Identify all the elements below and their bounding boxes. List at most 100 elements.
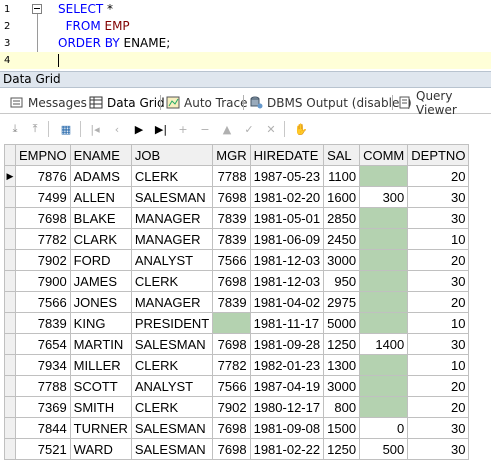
cell-comm[interactable]: 0 (359, 417, 409, 439)
table-row[interactable]: 7900 JAMES CLERK 7698 1981-12-03 950 30 (4, 270, 470, 292)
table-row[interactable]: 7782 CLARK MANAGER 7839 1981-06-09 2450 10 (4, 228, 470, 250)
cell-deptno[interactable]: 20 (407, 249, 470, 271)
sql-editor[interactable]: 1 SELECT * 2 FROM EMP 3 ORDER BY ENAME; 4 (0, 0, 491, 69)
cell-comm[interactable] (359, 375, 409, 397)
cell-ename[interactable]: FORD (69, 249, 132, 271)
cell-sal[interactable]: 1250 (323, 333, 361, 355)
cell-comm[interactable]: 300 (359, 186, 409, 208)
cell-empno[interactable]: 7566 (15, 291, 71, 313)
table-row[interactable]: 7521 WARD SALESMAN 7698 1981-02-22 1250 500 30 (4, 438, 470, 460)
cell-comm[interactable] (359, 228, 409, 250)
cell-ename[interactable]: MILLER (69, 354, 132, 376)
cancel-edit-button[interactable]: ✕ (262, 120, 280, 138)
cell-mgr[interactable]: 7788 (212, 165, 251, 187)
cell-deptno[interactable]: 20 (407, 165, 470, 187)
cell-empno[interactable]: 7934 (15, 354, 71, 376)
cell-sal[interactable]: 3000 (323, 375, 361, 397)
cell-hiredate[interactable]: 1981-09-28 (249, 333, 325, 355)
cell-ename[interactable]: CLARK (69, 228, 132, 250)
cell-sal[interactable]: 1300 (323, 354, 361, 376)
delete-record-button[interactable]: − (196, 120, 214, 138)
cell-empno[interactable]: 7788 (15, 375, 71, 397)
column-header-mgr[interactable]: MGR (212, 144, 251, 166)
row-indicator[interactable] (4, 438, 16, 460)
cell-ename[interactable]: JONES (69, 291, 132, 313)
column-header-comm[interactable]: COMM (359, 144, 409, 166)
cell-mgr[interactable]: 7698 (212, 417, 251, 439)
table-row[interactable]: 7788 SCOTT ANALYST 7566 1987-04-19 3000 20 (4, 375, 470, 397)
tab-query-viewer[interactable]: Query Viewer (398, 89, 491, 117)
column-header-ename[interactable]: ENAME (69, 144, 132, 166)
cell-hiredate[interactable]: 1981-12-03 (249, 249, 325, 271)
cell-job[interactable]: ANALYST (130, 249, 214, 271)
cell-job[interactable]: MANAGER (130, 207, 214, 229)
cell-ename[interactable]: ALLEN (69, 186, 132, 208)
table-row[interactable]: 7654 MARTIN SALESMAN 7698 1981-09-28 1250 1400… (4, 333, 470, 355)
cell-ename[interactable]: KING (69, 312, 132, 334)
cell-deptno[interactable]: 20 (407, 291, 470, 313)
row-indicator[interactable] (4, 312, 16, 334)
cell-mgr[interactable] (212, 312, 251, 334)
cell-hiredate[interactable]: 1981-06-09 (249, 228, 325, 250)
cell-job[interactable]: PRESIDENT (130, 312, 214, 334)
cell-job[interactable]: CLERK (130, 165, 214, 187)
column-header-deptno[interactable]: DEPTNO (407, 144, 470, 166)
cell-deptno[interactable]: 10 (407, 312, 470, 334)
cell-empno[interactable]: 7521 (15, 438, 71, 460)
cell-hiredate[interactable]: 1981-05-01 (249, 207, 325, 229)
cell-sal[interactable]: 950 (323, 270, 361, 292)
cell-mgr[interactable]: 7698 (212, 438, 251, 460)
cell-mgr[interactable]: 7839 (212, 228, 251, 250)
cell-mgr[interactable]: 7566 (212, 249, 251, 271)
cell-hiredate[interactable]: 1982-01-23 (249, 354, 325, 376)
fold-toggle-icon[interactable] (32, 4, 42, 14)
cell-sal[interactable]: 2450 (323, 228, 361, 250)
row-indicator[interactable] (4, 270, 16, 292)
row-indicator[interactable] (4, 228, 16, 250)
row-indicator[interactable] (4, 291, 16, 313)
cell-sal[interactable]: 1500 (323, 417, 361, 439)
data-grid-options-button[interactable]: ▦ (57, 120, 75, 138)
table-row[interactable]: 7499 ALLEN SALESMAN 7698 1981-02-20 1600 300 30 (4, 186, 470, 208)
column-header-sal[interactable]: SAL (323, 144, 361, 166)
next-record-button[interactable]: ▶ (130, 120, 148, 138)
cell-ename[interactable]: MARTIN (69, 333, 132, 355)
cell-comm[interactable] (359, 165, 409, 187)
cell-sal[interactable]: 1250 (323, 438, 361, 460)
cell-job[interactable]: CLERK (130, 396, 214, 418)
prior-record-button[interactable]: ‹ (108, 120, 126, 138)
cell-deptno[interactable]: 30 (407, 186, 470, 208)
column-header-hiredate[interactable]: HIREDATE (249, 144, 325, 166)
cell-deptno[interactable]: 30 (407, 270, 470, 292)
cell-empno[interactable]: 7844 (15, 417, 71, 439)
cell-deptno[interactable]: 10 (407, 228, 470, 250)
row-indicator[interactable] (4, 417, 16, 439)
cell-mgr[interactable]: 7698 (212, 186, 251, 208)
cell-deptno[interactable]: 30 (407, 438, 470, 460)
cell-sal[interactable]: 2975 (323, 291, 361, 313)
cell-job[interactable]: CLERK (130, 354, 214, 376)
cell-hiredate[interactable]: 1981-12-03 (249, 270, 325, 292)
table-row[interactable]: ▶ 7876 ADAMS CLERK 7788 1987-05-23 1100 20 (4, 165, 470, 187)
table-row[interactable]: 7902 FORD ANALYST 7566 1981-12-03 3000 20 (4, 249, 470, 271)
tab-auto-trace[interactable]: Auto Trace (166, 93, 248, 112)
cell-deptno[interactable]: 30 (407, 333, 470, 355)
import-button[interactable]: ⤒ (26, 120, 44, 138)
cell-deptno[interactable]: 20 (407, 396, 470, 418)
last-record-button[interactable]: ▶| (152, 120, 170, 138)
row-indicator[interactable]: ▶ (4, 165, 16, 187)
cell-empno[interactable]: 7902 (15, 249, 71, 271)
cell-empno[interactable]: 7654 (15, 333, 71, 355)
cell-comm[interactable] (359, 270, 409, 292)
post-edit-button[interactable]: ✓ (240, 120, 258, 138)
cell-hiredate[interactable]: 1980-12-17 (249, 396, 325, 418)
cell-hiredate[interactable]: 1981-04-02 (249, 291, 325, 313)
row-indicator[interactable] (4, 375, 16, 397)
cell-hiredate[interactable]: 1987-05-23 (249, 165, 325, 187)
cell-hiredate[interactable]: 1981-09-08 (249, 417, 325, 439)
tab-dbms-output-disabled[interactable]: DBMS Output (disabled) (249, 93, 412, 112)
cell-deptno[interactable]: 30 (407, 207, 470, 229)
cell-comm[interactable] (359, 396, 409, 418)
cell-sal[interactable]: 800 (323, 396, 361, 418)
cell-mgr[interactable]: 7839 (212, 291, 251, 313)
